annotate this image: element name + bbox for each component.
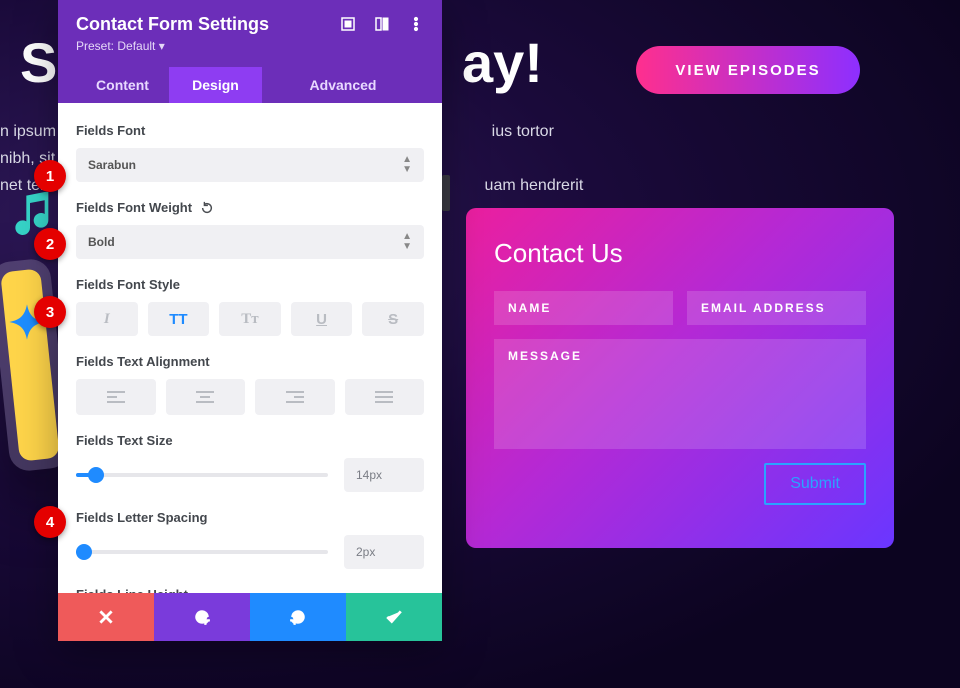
- fields-font-select[interactable]: Sarabun ▲▼: [76, 148, 424, 182]
- submit-button[interactable]: Submit: [764, 463, 866, 505]
- email-field[interactable]: EMAIL ADDRESS: [687, 291, 866, 325]
- align-center-button[interactable]: [166, 379, 246, 415]
- letter-spacing-value[interactable]: 2px: [344, 535, 424, 569]
- undo-button[interactable]: [154, 593, 250, 641]
- preset-selector[interactable]: Preset: Default ▾: [76, 39, 424, 53]
- contact-form-preview: Contact Us NAME EMAIL ADDRESS MESSAGE Su…: [466, 208, 894, 548]
- panel-scrollbar[interactable]: [442, 175, 450, 211]
- style-italic-button[interactable]: I: [76, 302, 138, 336]
- menu-dots-icon[interactable]: [408, 16, 424, 32]
- panel-header: Contact Form Settings Preset: Default ▾ …: [58, 0, 442, 103]
- redo-button[interactable]: [250, 593, 346, 641]
- text-size-label: Fields Text Size: [76, 433, 424, 448]
- reset-icon[interactable]: [200, 201, 214, 215]
- contact-heading: Contact Us: [494, 238, 866, 269]
- align-left-icon: [107, 391, 125, 403]
- text-size-value[interactable]: 14px: [344, 458, 424, 492]
- name-field[interactable]: NAME: [494, 291, 673, 325]
- style-uppercase-button[interactable]: TT: [148, 302, 210, 336]
- chevron-updown-icon: ▲▼: [402, 232, 412, 252]
- message-field[interactable]: MESSAGE: [494, 339, 866, 449]
- fields-font-value: Sarabun: [88, 158, 136, 172]
- view-episodes-button[interactable]: VIEW EPISODES: [636, 46, 860, 94]
- align-right-icon: [286, 391, 304, 403]
- save-button[interactable]: [346, 593, 442, 641]
- chevron-updown-icon: ▲▼: [402, 155, 412, 175]
- page-title-fragment-right: ay!: [462, 30, 543, 95]
- align-right-button[interactable]: [255, 379, 335, 415]
- callout-badge-3: 3: [34, 296, 66, 328]
- callout-badge-2: 2: [34, 228, 66, 260]
- tab-content[interactable]: Content: [76, 67, 169, 103]
- expand-icon[interactable]: [340, 16, 356, 32]
- tab-design[interactable]: Design: [169, 67, 262, 103]
- fields-weight-value: Bold: [88, 235, 115, 249]
- align-label: Fields Text Alignment: [76, 354, 424, 369]
- callout-badge-1: 1: [34, 160, 66, 192]
- align-left-button[interactable]: [76, 379, 156, 415]
- style-underline-button[interactable]: U: [291, 302, 353, 336]
- undo-icon: [193, 608, 211, 626]
- align-center-icon: [196, 391, 214, 403]
- fields-weight-label: Fields Font Weight: [76, 200, 424, 215]
- tab-advanced[interactable]: Advanced: [262, 67, 424, 103]
- text-size-slider[interactable]: [76, 473, 328, 477]
- letter-spacing-slider[interactable]: [76, 550, 328, 554]
- align-justify-icon: [375, 391, 393, 403]
- redo-icon: [289, 608, 307, 626]
- fields-font-label: Fields Font: [76, 123, 424, 138]
- letter-spacing-label: Fields Letter Spacing: [76, 510, 424, 525]
- settings-panel: Contact Form Settings Preset: Default ▾ …: [58, 0, 442, 641]
- close-icon: [97, 608, 115, 626]
- cancel-button[interactable]: [58, 593, 154, 641]
- columns-icon[interactable]: [374, 16, 390, 32]
- callout-badge-4: 4: [34, 506, 66, 538]
- check-icon: [385, 608, 403, 626]
- panel-title: Contact Form Settings: [76, 14, 340, 35]
- fields-weight-select[interactable]: Bold ▲▼: [76, 225, 424, 259]
- style-smallcaps-button[interactable]: Tᴛ: [219, 302, 281, 336]
- align-justify-button[interactable]: [345, 379, 425, 415]
- style-strike-button[interactable]: S: [362, 302, 424, 336]
- fields-style-label: Fields Font Style: [76, 277, 424, 292]
